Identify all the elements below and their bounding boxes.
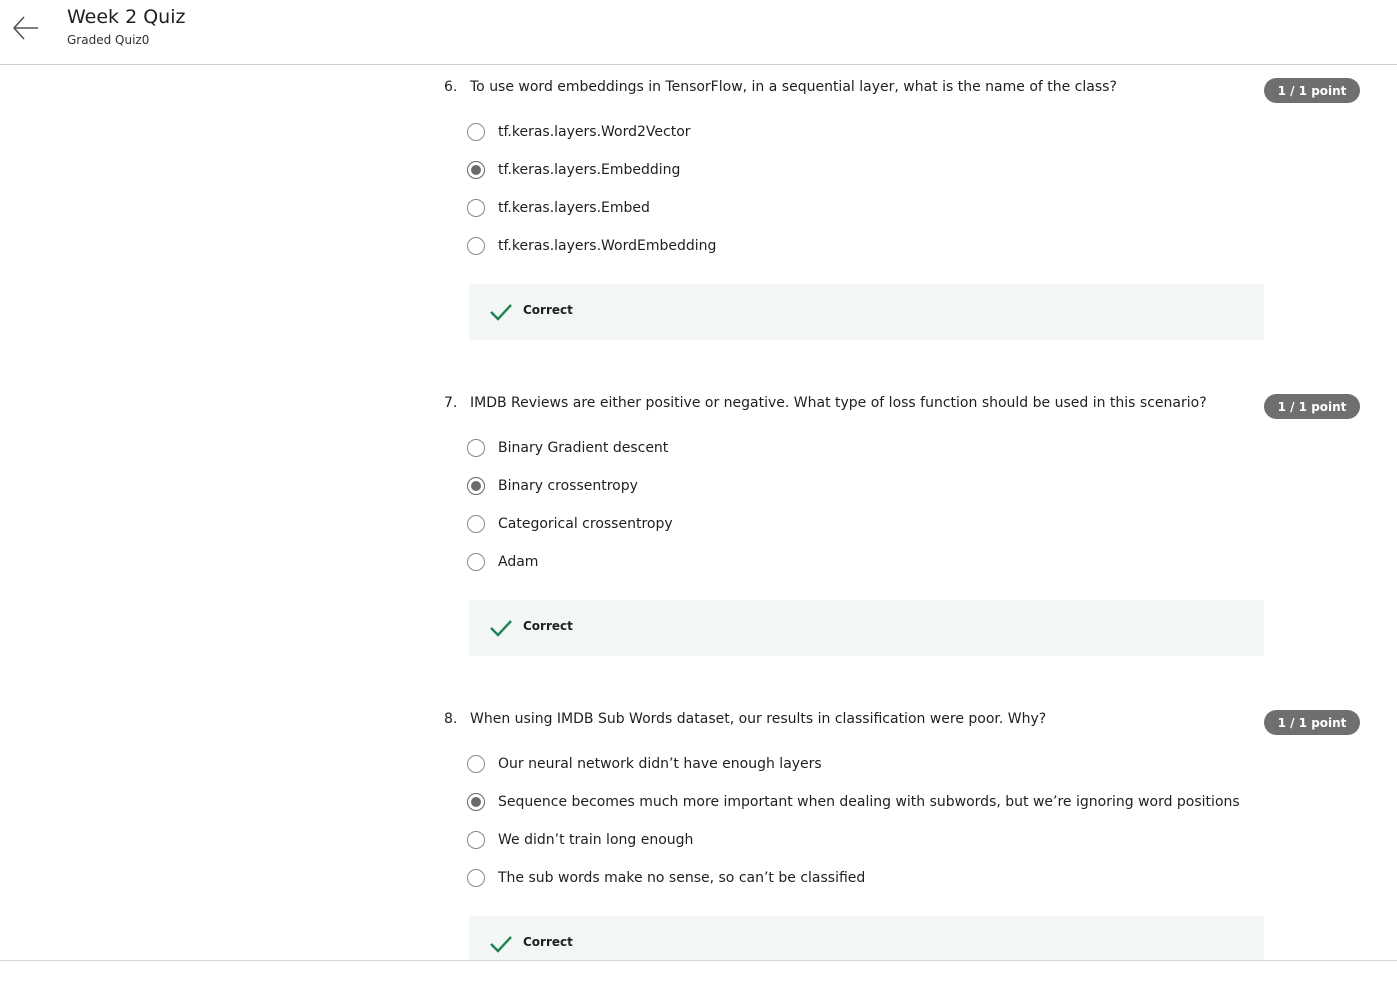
radio-button[interactable] xyxy=(467,439,485,457)
answer-option[interactable]: Categorical crossentropy xyxy=(467,513,673,535)
feedback-label: Correct xyxy=(523,303,573,317)
option-label: Sequence becomes much more important whe… xyxy=(498,794,1240,810)
question-6: 6. To use word embeddings in TensorFlow,… xyxy=(0,78,1397,358)
question-number: 8. xyxy=(444,711,458,727)
feedback-panel: Correct xyxy=(469,284,1264,340)
radio-button[interactable] xyxy=(467,755,485,773)
checkmark-icon xyxy=(490,936,512,953)
radio-button-selected[interactable] xyxy=(467,793,485,811)
answer-option[interactable]: The sub words make no sense, so can’t be… xyxy=(467,867,865,889)
answer-option[interactable]: Binary crossentropy xyxy=(467,475,638,497)
score-badge: 1 / 1 point xyxy=(1264,78,1360,103)
option-label: tf.keras.layers.Embed xyxy=(498,200,650,216)
answer-option[interactable]: We didn’t train long enough xyxy=(467,829,693,851)
question-text: To use word embeddings in TensorFlow, in… xyxy=(470,79,1117,95)
question-number: 6. xyxy=(444,79,458,95)
score-badge: 1 / 1 point xyxy=(1264,394,1360,419)
quiz-header: Week 2 Quiz Graded Quiz0 xyxy=(0,0,1397,65)
answer-option[interactable]: tf.keras.layers.WordEmbedding xyxy=(467,235,716,257)
option-label: The sub words make no sense, so can’t be… xyxy=(498,870,866,886)
checkmark-icon xyxy=(490,620,512,637)
radio-button-selected[interactable] xyxy=(467,161,485,179)
answer-option[interactable]: tf.keras.layers.Word2Vector xyxy=(467,121,691,143)
question-8: 8. When using IMDB Sub Words dataset, ou… xyxy=(0,710,1397,990)
page-title: Week 2 Quiz xyxy=(67,6,186,28)
feedback-label: Correct xyxy=(523,619,573,633)
option-label: We didn’t train long enough xyxy=(498,832,694,848)
answer-option[interactable]: Our neural network didn’t have enough la… xyxy=(467,753,822,775)
answer-option[interactable]: tf.keras.layers.Embed xyxy=(467,197,650,219)
radio-button[interactable] xyxy=(467,199,485,217)
question-text: When using IMDB Sub Words dataset, our r… xyxy=(470,711,1047,727)
page-subtitle: Graded Quiz0 xyxy=(67,33,150,47)
answer-option[interactable]: Binary Gradient descent xyxy=(467,437,668,459)
answer-option[interactable]: Adam xyxy=(467,551,538,573)
option-label: Categorical crossentropy xyxy=(498,516,673,532)
option-label: tf.keras.layers.Word2Vector xyxy=(498,124,691,140)
feedback-label: Correct xyxy=(523,935,573,949)
question-7: 7. IMDB Reviews are either positive or n… xyxy=(0,394,1397,674)
radio-button[interactable] xyxy=(467,123,485,141)
option-label: Our neural network didn’t have enough la… xyxy=(498,756,822,772)
arrow-left-icon xyxy=(12,16,38,40)
option-label: tf.keras.layers.Embedding xyxy=(498,162,681,178)
score-badge: 1 / 1 point xyxy=(1264,710,1360,735)
checkmark-icon xyxy=(490,304,512,321)
radio-button[interactable] xyxy=(467,831,485,849)
radio-button[interactable] xyxy=(467,869,485,887)
question-text: IMDB Reviews are either positive or nega… xyxy=(470,395,1207,411)
feedback-panel: Correct xyxy=(469,600,1264,656)
option-label: Binary Gradient descent xyxy=(498,440,669,456)
answer-option[interactable]: tf.keras.layers.Embedding xyxy=(467,159,680,181)
radio-button-selected[interactable] xyxy=(467,477,485,495)
option-label: tf.keras.layers.WordEmbedding xyxy=(498,238,717,254)
radio-button[interactable] xyxy=(467,553,485,571)
option-label: Adam xyxy=(498,554,539,570)
divider xyxy=(0,960,1397,961)
radio-button[interactable] xyxy=(467,237,485,255)
option-label: Binary crossentropy xyxy=(498,478,638,494)
question-number: 7. xyxy=(444,395,458,411)
answer-option[interactable]: Sequence becomes much more important whe… xyxy=(467,791,1240,813)
back-button[interactable] xyxy=(10,13,42,43)
feedback-panel: Correct xyxy=(469,916,1264,960)
radio-button[interactable] xyxy=(467,515,485,533)
